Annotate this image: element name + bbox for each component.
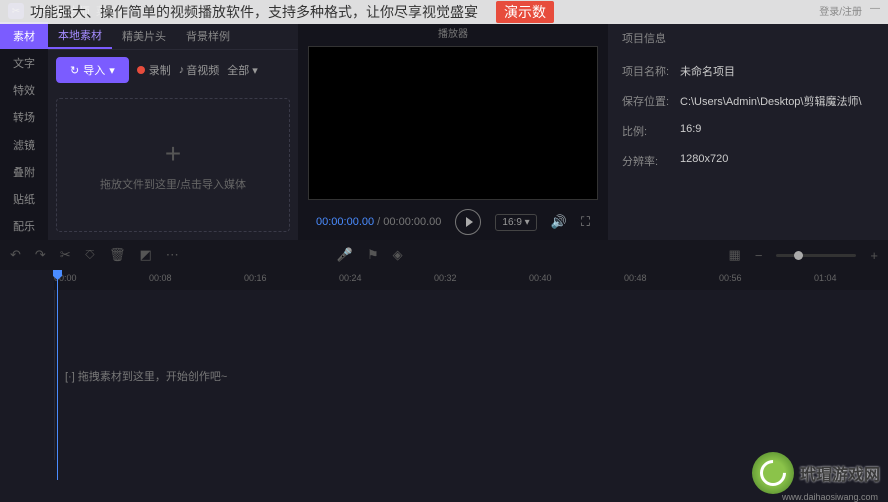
chevron-down-icon: ▾ (109, 64, 115, 77)
mat-tab-local[interactable]: 本地素材 (48, 22, 112, 49)
window-controls: 登录/注册 — (819, 3, 880, 18)
info-row-res: 分辨率:1280x720 (622, 146, 874, 176)
sidebar-tab-material[interactable]: 素材 (0, 22, 48, 49)
ruler-tick: 00:56 (719, 273, 742, 283)
import-icon: ↻ (70, 64, 79, 77)
av-icon: ♪ (179, 64, 185, 76)
record-label: 录制 (149, 62, 171, 78)
tool-icon[interactable]: ◈ (393, 247, 403, 263)
watermark-logo-icon (752, 452, 794, 494)
ruler-tick: 00:08 (149, 273, 172, 283)
info-val: 16:9 (680, 123, 874, 139)
info-val: 未命名项目 (680, 63, 874, 79)
delete-icon[interactable]: 🗑 (109, 247, 126, 263)
material-tabs: 本地素材 精美片头 背景样例 (48, 22, 298, 50)
login-link[interactable]: 登录/注册 (819, 3, 862, 18)
av-select[interactable]: ♪ 音视频 (179, 62, 220, 78)
crop-icon[interactable]: ◩ (139, 247, 151, 263)
marker-icon[interactable]: ⚑ (367, 247, 379, 263)
player-controls: 00:00:00.00 / 00:00:00.00 16:9 ▾ 🔊 ⛶ (298, 204, 608, 240)
info-lbl: 分辨率: (622, 153, 680, 169)
timeline-hint: [·] 拖拽素材到这里，开始创作吧~ (65, 368, 227, 384)
watermark: 玳瑁游戏网 (752, 452, 880, 494)
banner-text: 功能强大、操作简单的视频播放软件，支持多种格式，让你尽享视觉盛宴 (30, 2, 478, 22)
sidebar-tab-text[interactable]: 文字 (0, 49, 48, 76)
duration: 00:00:00.00 (383, 216, 441, 228)
info-row-path: 保存位置:C:\Users\Admin\Desktop\剪辑魔法师\ (622, 86, 874, 116)
mat-tab-bg[interactable]: 背景样例 (176, 22, 240, 49)
play-button[interactable] (455, 209, 481, 235)
ruler-tick: 00:24 (339, 273, 362, 283)
import-button[interactable]: ↻ 导入 ▾ (56, 57, 129, 83)
av-label: 音视频 (186, 62, 219, 78)
player-panel: 播放器 00:00:00.00 / 00:00:00.00 16:9 ▾ 🔊 ⛶ (298, 22, 608, 240)
track-area[interactable]: [·] 拖拽素材到这里，开始创作吧~ (54, 290, 888, 460)
banner-badge: 演示数 (496, 1, 554, 23)
ruler-tick: 00:16 (244, 273, 267, 283)
dropzone-hint: 拖放文件到这里/点击导入媒体 (100, 176, 246, 192)
player-header: 播放器 (298, 22, 608, 42)
timeline-toolbar: ↶ ↷ ✂ ⎏ 🗑 ◩ ⋯ 🎤 ⚑ ◈ ▦ − + (0, 240, 888, 270)
ruler-tick: 00:40 (529, 273, 552, 283)
media-dropzone[interactable]: + 拖放文件到这里/点击导入媒体 (56, 98, 290, 232)
material-panel: 本地素材 精美片头 背景样例 ↻ 导入 ▾ 录制 ♪ 音视频 全部 ▾ + 拖放… (48, 22, 298, 240)
info-lbl: 保存位置: (622, 93, 680, 109)
plus-icon: + (165, 138, 181, 170)
info-val: C:\Users\Admin\Desktop\剪辑魔法师\ (680, 93, 874, 109)
timeline-panel: 00:00 00:08 00:16 00:24 00:32 00:40 00:4… (0, 270, 888, 480)
timecode: 00:00:00.00 / 00:00:00.00 (316, 216, 441, 228)
info-row-name: 项目名称:未命名项目 (622, 56, 874, 86)
mic-icon[interactable]: 🎤 (337, 247, 353, 263)
record-dot-icon (137, 66, 145, 74)
info-row-ratio: 比例:16:9 (622, 116, 874, 146)
import-label: 导入 (83, 62, 105, 78)
redo-icon[interactable]: ↷ (35, 247, 46, 263)
info-val: 1280x720 (680, 153, 874, 169)
mat-tab-intro[interactable]: 精美片头 (112, 22, 176, 49)
record-button[interactable]: 录制 (137, 62, 171, 78)
zoom-in-icon[interactable]: + (870, 248, 878, 263)
sidebar-tab-effects[interactable]: 特效 (0, 77, 48, 104)
ruler-tick: 00:32 (434, 273, 457, 283)
sidebar-tab-sticker[interactable]: 贴纸 (0, 186, 48, 213)
more-icon[interactable]: ⋯ (166, 247, 179, 263)
project-info-panel: 项目信息 项目名称:未命名项目 保存位置:C:\Users\Admin\Desk… (608, 22, 888, 240)
promo-banner: 功能强大、操作简单的视频播放软件，支持多种格式，让你尽享视觉盛宴 演示数 (0, 0, 888, 24)
ruler-tick: 00:48 (624, 273, 647, 283)
zoom-slider[interactable] (776, 254, 856, 257)
ruler-tick: 01:04 (814, 273, 837, 283)
left-sidebar: 素材 文字 特效 转场 滤镜 叠附 贴纸 配乐 (0, 22, 48, 240)
sidebar-tab-overlay[interactable]: 叠附 (0, 158, 48, 185)
split-icon[interactable]: ⎏ (85, 247, 95, 263)
zoom-out-icon[interactable]: − (755, 248, 763, 263)
current-time: 00:00:00.00 (316, 216, 374, 228)
all-filter[interactable]: 全部 ▾ (227, 62, 258, 78)
undo-icon[interactable]: ↶ (10, 247, 21, 263)
grid-icon[interactable]: ▦ (729, 247, 741, 263)
minimize-icon[interactable]: — (870, 3, 880, 18)
info-lbl: 项目名称: (622, 63, 680, 79)
sidebar-tab-music[interactable]: 配乐 (0, 213, 48, 240)
watermark-text: 玳瑁游戏网 (800, 461, 880, 485)
info-lbl: 比例: (622, 123, 680, 139)
cut-icon[interactable]: ✂ (60, 247, 71, 263)
fullscreen-icon[interactable]: ⛶ (581, 214, 590, 230)
ratio-select[interactable]: 16:9 ▾ (495, 214, 536, 231)
info-header: 项目信息 (622, 30, 874, 46)
material-toolbar: ↻ 导入 ▾ 录制 ♪ 音视频 全部 ▾ (48, 50, 298, 90)
timeline-ruler[interactable]: 00:00 00:08 00:16 00:24 00:32 00:40 00:4… (54, 270, 888, 290)
sidebar-tab-transition[interactable]: 转场 (0, 104, 48, 131)
video-preview[interactable] (308, 46, 598, 200)
sidebar-tab-filter[interactable]: 滤镜 (0, 131, 48, 158)
volume-icon[interactable]: 🔊 (551, 214, 567, 230)
zoom-knob[interactable] (794, 251, 803, 260)
